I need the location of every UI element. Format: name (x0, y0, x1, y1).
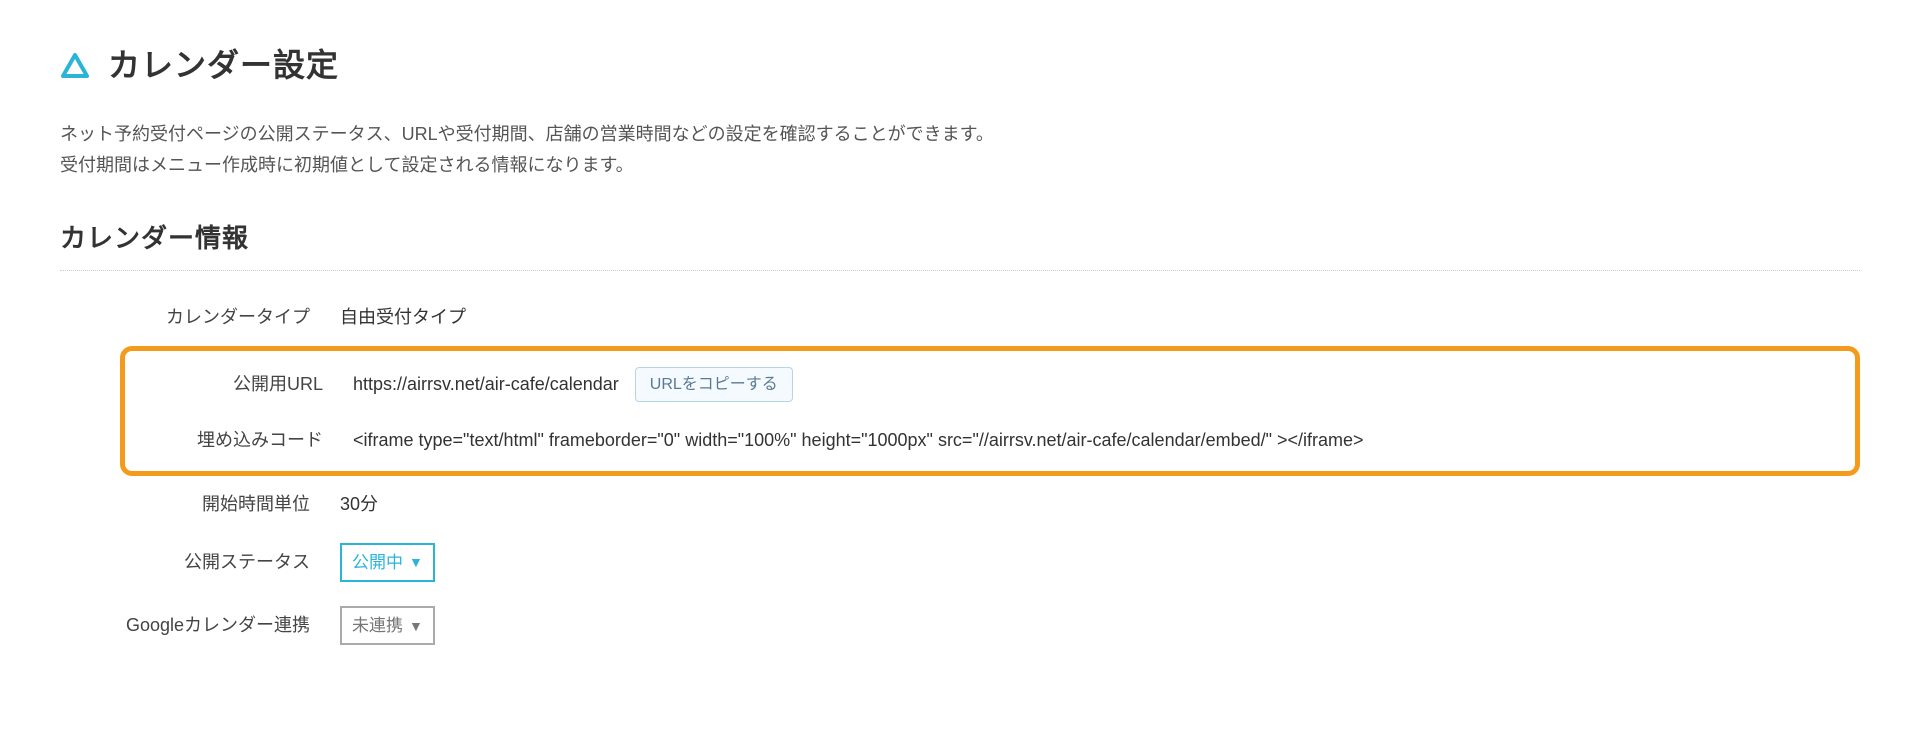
section-title: カレンダー情報 (60, 218, 1860, 271)
google-calendar-value-container: 未連携 ▼ (340, 606, 1860, 645)
start-time-unit-row: 開始時間単位 30分 (120, 478, 1860, 531)
public-status-label: 公開ステータス (120, 548, 340, 577)
description-line-2: 受付期間はメニュー作成時に初期値として設定される情報になります。 (60, 155, 634, 175)
public-status-row: 公開ステータス 公開中 ▼ (120, 531, 1860, 594)
public-status-value: 公開中 (352, 549, 403, 576)
embed-code-label: 埋め込みコード (133, 426, 353, 455)
embed-code-row: 埋め込みコード <iframe type="text/html" framebo… (133, 414, 1847, 467)
google-calendar-dropdown[interactable]: 未連携 ▼ (340, 606, 435, 645)
google-calendar-label: Googleカレンダー連携 (120, 611, 340, 640)
google-calendar-row: Googleカレンダー連携 未連携 ▼ (120, 594, 1860, 657)
page-header: カレンダー設定 (60, 40, 1860, 91)
page-description: ネット予約受付ページの公開ステータス、URLや受付期間、店舗の営業時間などの設定… (60, 119, 1860, 180)
calendar-type-row: カレンダータイプ 自由受付タイプ (120, 291, 1860, 344)
calendar-info-table: カレンダータイプ 自由受付タイプ 公開用URL https://airrsv.n… (60, 291, 1860, 657)
public-url-value: https://airrsv.net/air-cafe/calendar (353, 370, 619, 399)
start-time-unit-value: 30分 (340, 490, 1860, 519)
description-line-1: ネット予約受付ページの公開ステータス、URLや受付期間、店舗の営業時間などの設定… (60, 124, 994, 144)
copy-url-button[interactable]: URLをコピーする (635, 367, 793, 403)
public-status-dropdown[interactable]: 公開中 ▼ (340, 543, 435, 582)
public-url-row: 公開用URL https://airrsv.net/air-cafe/calen… (133, 355, 1847, 415)
embed-code-value: <iframe type="text/html" frameborder="0"… (353, 426, 1847, 455)
calendar-type-value: 自由受付タイプ (340, 303, 1860, 332)
page-title: カレンダー設定 (108, 40, 339, 91)
public-status-value-container: 公開中 ▼ (340, 543, 1860, 582)
start-time-unit-label: 開始時間単位 (120, 490, 340, 519)
public-url-value-container: https://airrsv.net/air-cafe/calendar URL… (353, 367, 1847, 403)
public-url-label: 公開用URL (133, 370, 353, 399)
google-calendar-value: 未連携 (352, 612, 403, 639)
calendar-type-label: カレンダータイプ (120, 303, 340, 332)
chevron-down-icon: ▼ (409, 615, 423, 637)
highlighted-section: 公開用URL https://airrsv.net/air-cafe/calen… (120, 346, 1860, 476)
chevron-down-icon: ▼ (409, 551, 423, 573)
triangle-icon (60, 51, 90, 81)
